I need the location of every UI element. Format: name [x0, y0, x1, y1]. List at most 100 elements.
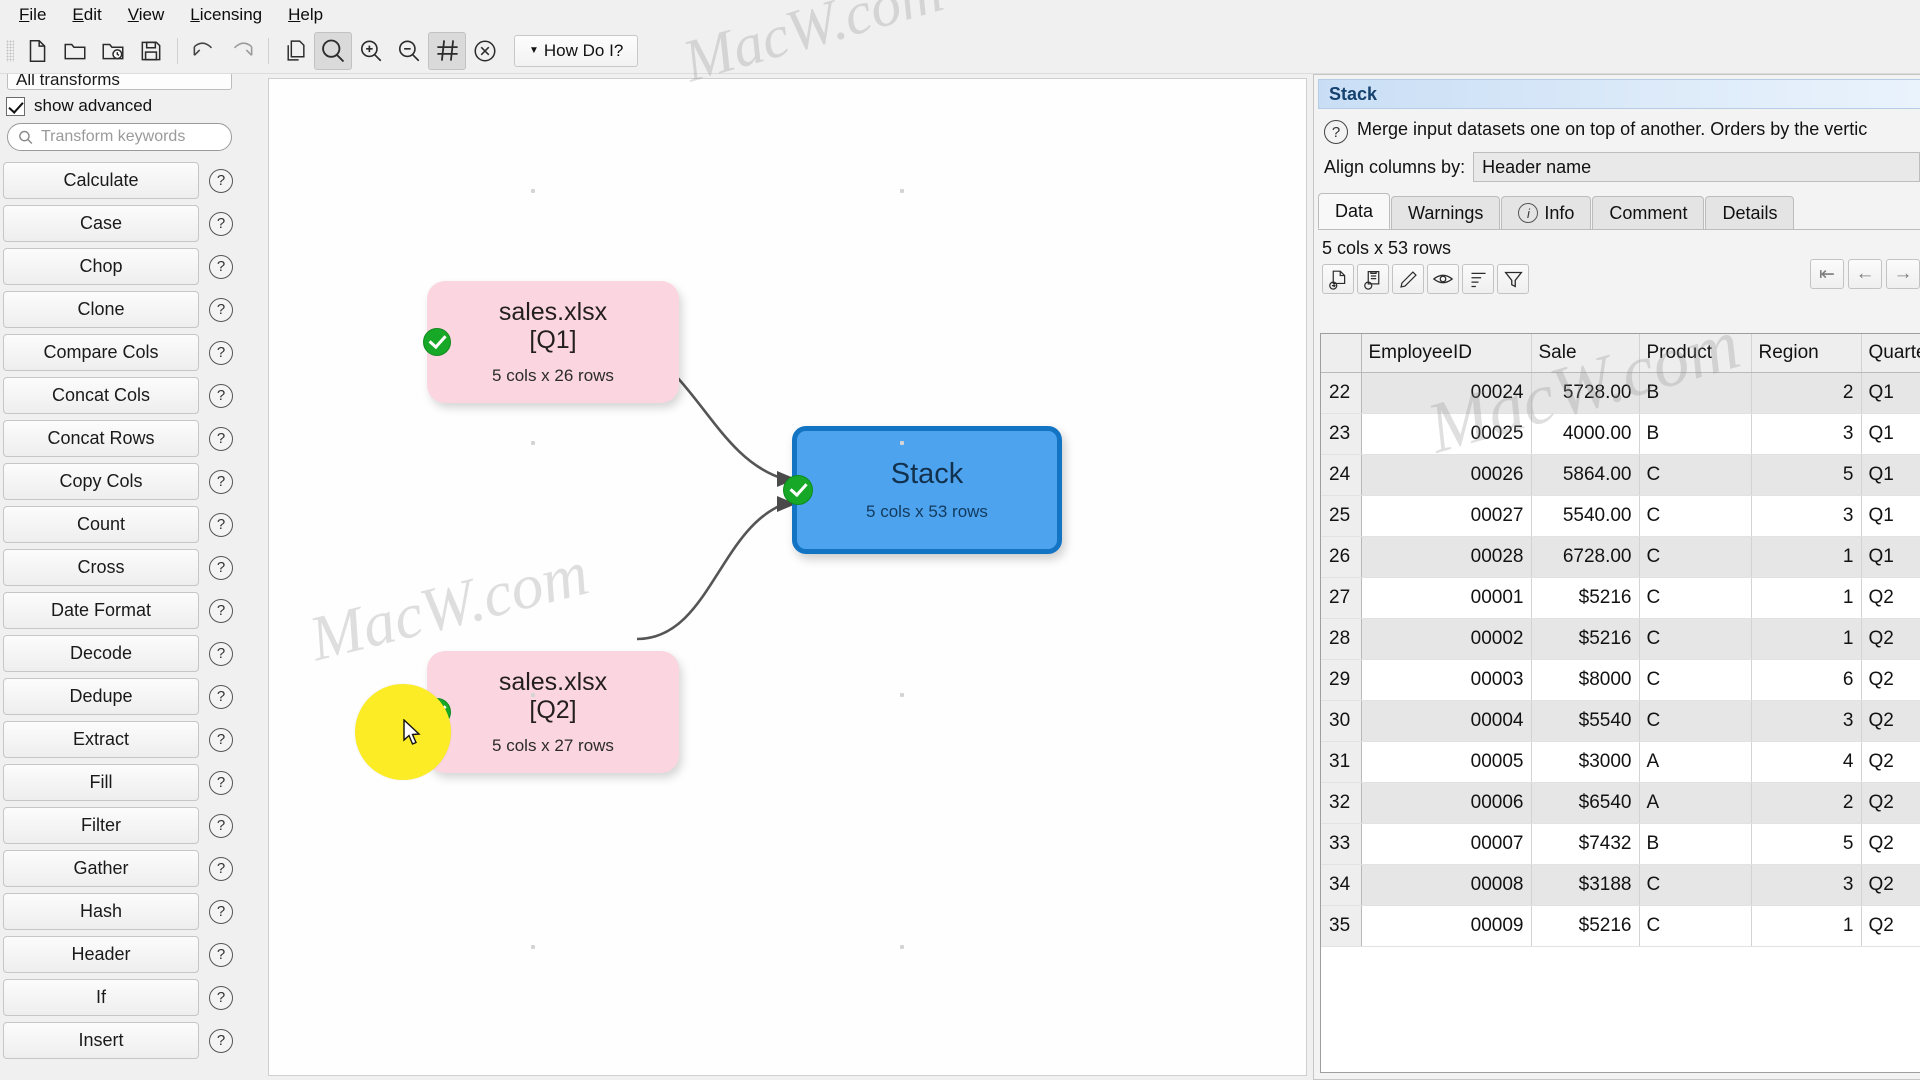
help-question-icon[interactable]: ? [209, 942, 233, 967]
next-page-icon[interactable]: → [1886, 259, 1920, 289]
cell-sale[interactable]: $5540 [1531, 700, 1640, 742]
cell-employeeid[interactable]: 00008 [1361, 864, 1532, 906]
cell-sale[interactable]: 6728.00 [1531, 536, 1640, 578]
menu-help[interactable]: Help [277, 3, 334, 26]
help-question-icon[interactable]: ? [209, 469, 233, 494]
show-advanced-checkbox[interactable]: show advanced [6, 96, 152, 116]
cell-region[interactable]: 3 [1751, 413, 1862, 455]
cell-product[interactable]: C [1639, 536, 1752, 578]
help-question-icon[interactable]: ? [209, 340, 233, 365]
transform-button-concat-rows[interactable]: Concat Rows [3, 420, 199, 457]
cell-employeeid[interactable]: 00002 [1361, 618, 1532, 660]
cell-quarter[interactable]: Q1 [1861, 536, 1920, 578]
cell-region[interactable]: 1 [1751, 577, 1862, 619]
cell-employeeid[interactable]: 00006 [1361, 782, 1532, 824]
cell-sale[interactable]: 5540.00 [1531, 495, 1640, 537]
table-row[interactable]: 22 00024 5728.00 B 2 Q1 [1321, 372, 1920, 414]
cell-sale[interactable]: $7432 [1531, 823, 1640, 865]
menu-view[interactable]: View [117, 3, 176, 26]
cell-quarter[interactable]: Q1 [1861, 454, 1920, 496]
cell-sale[interactable]: $3000 [1531, 741, 1640, 783]
cell-sale[interactable]: $6540 [1531, 782, 1640, 824]
help-question-icon[interactable]: ? [209, 1028, 233, 1053]
cell-region[interactable]: 3 [1751, 864, 1862, 906]
column-header-region[interactable]: Region [1751, 334, 1862, 373]
cell-product[interactable]: C [1639, 618, 1752, 660]
help-question-icon[interactable]: ? [209, 641, 233, 666]
tab-warnings[interactable]: Warnings [1391, 196, 1501, 229]
cell-product[interactable]: B [1639, 413, 1752, 455]
table-row[interactable]: 29 00003 $8000 C 6 Q2 [1321, 659, 1920, 701]
tab-details[interactable]: Details [1705, 196, 1795, 229]
cell-sale[interactable]: 5728.00 [1531, 372, 1640, 414]
cell-employeeid[interactable]: 00024 [1361, 372, 1532, 414]
flow-canvas[interactable]: sales.xlsx [Q1] 5 cols x 26 rows sales.x… [268, 78, 1307, 1076]
help-question-icon[interactable]: ? [209, 813, 233, 838]
help-question-icon[interactable]: ? [209, 426, 233, 451]
cell-product[interactable]: C [1639, 495, 1752, 537]
help-question-icon[interactable]: ? [209, 727, 233, 752]
transform-button-case[interactable]: Case [3, 205, 199, 242]
cell-employeeid[interactable]: 00005 [1361, 741, 1532, 783]
help-question-icon[interactable]: ? [209, 684, 233, 709]
help-question-icon[interactable]: ? [209, 211, 233, 236]
help-question-icon[interactable]: ? [209, 168, 233, 193]
cell-sale[interactable]: 5864.00 [1531, 454, 1640, 496]
transform-button-chop[interactable]: Chop [3, 248, 199, 285]
preview-eye-icon[interactable] [1427, 264, 1459, 294]
transform-button-cross[interactable]: Cross [3, 549, 199, 586]
transform-button-hash[interactable]: Hash [3, 893, 199, 930]
zoom-fit-icon[interactable] [314, 31, 352, 70]
cell-product[interactable]: C [1639, 454, 1752, 496]
cell-sale[interactable]: $5216 [1531, 905, 1640, 947]
transform-button-count[interactable]: Count [3, 506, 199, 543]
cell-product[interactable]: C [1639, 659, 1752, 701]
cell-quarter[interactable]: Q1 [1861, 372, 1920, 414]
cell-employeeid[interactable]: 00004 [1361, 700, 1532, 742]
transform-button-date-format[interactable]: Date Format [3, 592, 199, 629]
export-file-icon[interactable] [1322, 264, 1354, 294]
table-row[interactable]: 27 00001 $5216 C 1 Q2 [1321, 577, 1920, 619]
undo-icon[interactable] [185, 32, 223, 70]
tab-data[interactable]: Data [1318, 193, 1391, 229]
edit-pencil-icon[interactable] [1392, 264, 1424, 294]
new-file-icon[interactable] [18, 32, 56, 70]
transform-button-header[interactable]: Header [3, 936, 199, 973]
cell-quarter[interactable]: Q2 [1861, 659, 1920, 701]
cell-quarter[interactable]: Q2 [1861, 700, 1920, 742]
cell-product[interactable]: C [1639, 577, 1752, 619]
cell-employeeid[interactable]: 00026 [1361, 454, 1532, 496]
help-question-icon[interactable]: ? [209, 770, 233, 795]
tab-comment[interactable]: Comment [1592, 196, 1705, 229]
cell-region[interactable]: 3 [1751, 495, 1862, 537]
sort-icon[interactable] [1462, 264, 1494, 294]
cell-employeeid[interactable]: 00027 [1361, 495, 1532, 537]
cell-sale[interactable]: $3188 [1531, 864, 1640, 906]
cell-quarter[interactable]: Q2 [1861, 905, 1920, 947]
column-header-quarter[interactable]: Quarter [1861, 334, 1920, 373]
help-question-icon[interactable]: ? [1324, 120, 1348, 144]
node-sales-q1[interactable]: sales.xlsx [Q1] 5 cols x 26 rows [423, 281, 679, 403]
toolbar-grip[interactable] [6, 39, 14, 62]
cell-employeeid[interactable]: 00028 [1361, 536, 1532, 578]
help-question-icon[interactable]: ? [209, 555, 233, 580]
transform-search-box[interactable] [7, 123, 232, 151]
transform-button-dedupe[interactable]: Dedupe [3, 678, 199, 715]
align-columns-select[interactable]: Header name [1473, 152, 1920, 182]
copy-clipboard-icon[interactable] [1357, 264, 1389, 294]
open-recent-icon[interactable] [94, 32, 132, 70]
column-header-sale[interactable]: Sale [1531, 334, 1640, 373]
cancel-icon[interactable] [466, 32, 504, 70]
zoom-in-icon[interactable] [352, 32, 390, 70]
cell-quarter[interactable]: Q2 [1861, 618, 1920, 660]
cell-quarter[interactable]: Q1 [1861, 495, 1920, 537]
cell-product[interactable]: C [1639, 905, 1752, 947]
cell-quarter[interactable]: Q2 [1861, 782, 1920, 824]
help-question-icon[interactable]: ? [209, 254, 233, 279]
table-row[interactable]: 28 00002 $5216 C 1 Q2 [1321, 618, 1920, 660]
cell-region[interactable]: 3 [1751, 700, 1862, 742]
cell-product[interactable]: C [1639, 700, 1752, 742]
table-row[interactable]: 32 00006 $6540 A 2 Q2 [1321, 782, 1920, 824]
table-row[interactable]: 25 00027 5540.00 C 3 Q1 [1321, 495, 1920, 537]
data-grid[interactable]: EmployeeIDSaleProductRegionQuarter 22000… [1320, 333, 1920, 1073]
